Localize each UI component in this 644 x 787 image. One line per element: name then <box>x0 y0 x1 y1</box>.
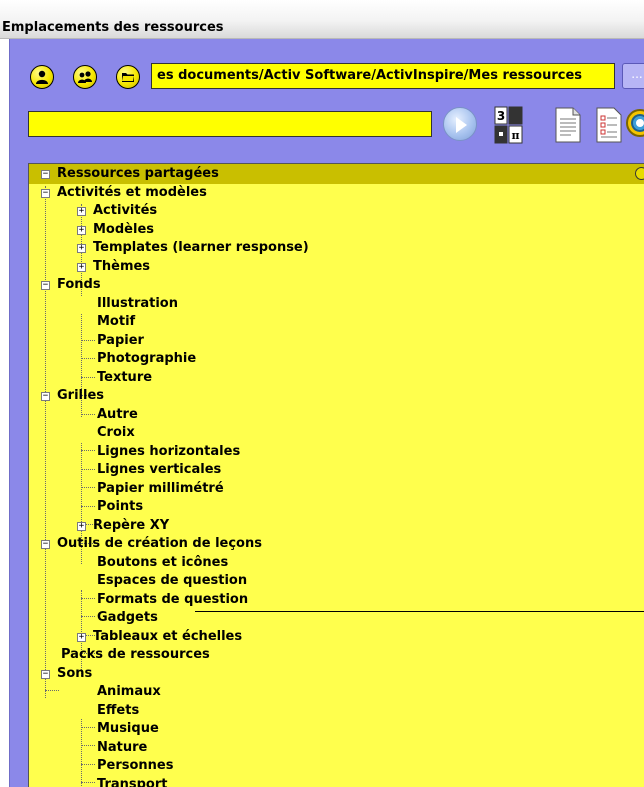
folder-icon[interactable] <box>116 65 140 89</box>
expand-toggle[interactable]: + <box>77 263 86 272</box>
checklist-icon[interactable] <box>596 107 622 147</box>
tree-item[interactable]: Illustration <box>97 295 178 313</box>
collapse-toggle[interactable]: − <box>41 392 50 401</box>
collapse-toggle[interactable]: − <box>41 540 50 549</box>
shared-resources-icon[interactable] <box>73 65 97 89</box>
document-icon[interactable] <box>555 107 581 147</box>
my-resources-icon[interactable] <box>30 65 54 89</box>
tree-item[interactable]: Personnes <box>97 757 174 775</box>
tree-item-root[interactable]: Ressources partagées <box>57 165 219 183</box>
tree-item[interactable]: Activités et modèles <box>57 184 207 202</box>
search-icon[interactable] <box>622 107 644 147</box>
tree-item[interactable]: Espaces de question <box>97 572 247 590</box>
tree-item[interactable]: Photographie <box>97 350 196 368</box>
tree-item[interactable]: Activités <box>93 202 157 220</box>
math-keypad-icon[interactable]: 3 π <box>494 105 524 149</box>
collapse-toggle[interactable]: − <box>41 281 50 290</box>
window-title: Emplacements des ressources <box>2 20 224 35</box>
tree-item[interactable]: Autre <box>97 406 138 424</box>
divider-line <box>195 611 644 612</box>
svg-text:π: π <box>511 129 519 142</box>
tree-item[interactable]: Musique <box>97 720 159 738</box>
tree-item[interactable]: Points <box>97 498 143 516</box>
tree-item[interactable]: Thèmes <box>93 258 150 276</box>
tree-item[interactable]: Gadgets <box>97 609 158 627</box>
tree-item[interactable]: Transport <box>97 776 167 787</box>
path-input[interactable]: es documents/Activ Software/ActivInspire… <box>151 63 615 89</box>
expand-toggle[interactable]: + <box>77 207 86 216</box>
tree-item[interactable]: Sons <box>57 665 92 683</box>
expand-toggle[interactable]: + <box>77 633 86 642</box>
tree-item[interactable]: Templates (learner response) <box>93 239 309 257</box>
tree-item[interactable]: Nature <box>97 739 147 757</box>
tree-item[interactable]: Formats de question <box>97 591 248 609</box>
resource-tree[interactable]: − Ressources partagées − Activités et mo… <box>28 163 644 787</box>
tree-item[interactable]: Texture <box>97 369 152 387</box>
tree-item[interactable]: Boutons et icônes <box>97 554 228 572</box>
tree-item[interactable]: Packs de ressources <box>61 646 210 664</box>
tree-item[interactable]: Lignes verticales <box>97 461 221 479</box>
expand-toggle[interactable]: + <box>77 226 86 235</box>
expand-toggle[interactable]: + <box>77 522 86 531</box>
tree-item[interactable]: Papier <box>97 332 144 350</box>
tree-item[interactable]: Croix <box>97 424 135 442</box>
collapse-toggle[interactable]: − <box>41 170 50 179</box>
tree-item[interactable]: Repère XY <box>93 517 169 535</box>
tree-item[interactable]: Fonds <box>57 276 101 294</box>
tree-item[interactable]: Lignes horizontales <box>97 443 240 461</box>
window-titlebar: Emplacements des ressources <box>0 0 644 39</box>
go-icon[interactable] <box>443 107 477 141</box>
tree-item[interactable]: Animaux <box>97 683 161 701</box>
expand-toggle[interactable]: + <box>77 244 86 253</box>
collapse-toggle[interactable]: − <box>41 670 50 679</box>
search-input[interactable] <box>28 111 432 137</box>
svg-text:3: 3 <box>497 109 505 123</box>
tree-item[interactable]: Motif <box>97 313 135 331</box>
tree-item[interactable]: Effets <box>97 702 139 720</box>
resource-panel: es documents/Activ Software/ActivInspire… <box>9 39 644 787</box>
tree-item[interactable]: Outils de création de leçons <box>57 535 262 553</box>
properties-icon[interactable] <box>635 167 644 180</box>
tree-item[interactable]: Tableaux et échelles <box>93 628 242 646</box>
collapse-toggle[interactable]: − <box>41 189 50 198</box>
tree-item[interactable]: Papier millimétré <box>97 480 224 498</box>
tree-item[interactable]: Modèles <box>93 221 154 239</box>
browse-button[interactable]: ... <box>622 63 644 89</box>
tree-item[interactable]: Grilles <box>57 387 104 405</box>
